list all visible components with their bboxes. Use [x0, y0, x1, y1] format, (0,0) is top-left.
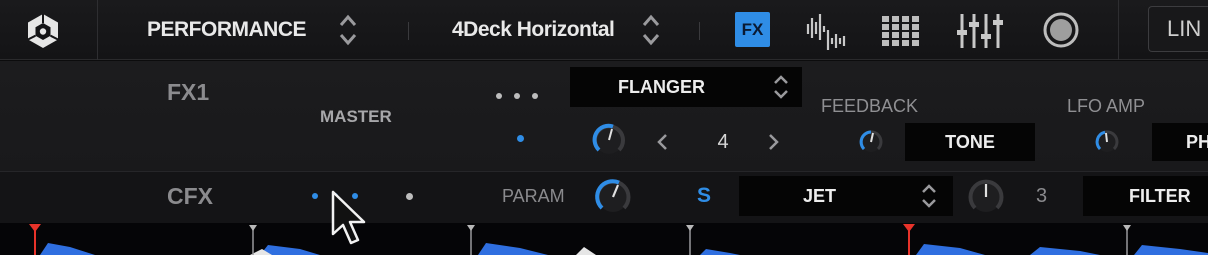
sampler-waveform-icon[interactable]: [804, 10, 848, 50]
filter-button[interactable]: FILTER: [1083, 176, 1208, 216]
cfx-effect-name: JET: [803, 185, 837, 206]
ph-label: PH: [1186, 131, 1208, 152]
param-label: PARAM: [502, 186, 565, 206]
layout-select-value: 4Deck Horizontal: [452, 18, 615, 41]
cfx-effect-updown-icon[interactable]: [918, 176, 940, 216]
top-toolbar: PERFORMANCE 4Deck Horizontal FX LIN: [0, 0, 1208, 60]
fx1-level-knob[interactable]: [589, 120, 629, 160]
s-label[interactable]: S: [697, 184, 711, 208]
menu-dot: [496, 93, 502, 99]
toolbar-divider: [97, 0, 98, 60]
mixer-faders-icon[interactable]: [956, 10, 1008, 50]
filter-label: FILTER: [1129, 185, 1191, 206]
line-button-label: LIN: [1167, 16, 1202, 41]
waveform-overview[interactable]: [0, 223, 1208, 255]
mode-select[interactable]: PERFORMANCE: [147, 12, 307, 48]
feedback-knob[interactable]: [856, 127, 886, 157]
cfx-value-knob[interactable]: [964, 175, 1008, 219]
toolbar-divider: [1118, 0, 1119, 60]
mode-select-updown-icon[interactable]: [337, 10, 359, 50]
cfx-value: 3: [1036, 185, 1048, 207]
toolbar-divider: [408, 22, 409, 40]
toolbar-divider: [699, 22, 700, 40]
line-button[interactable]: LIN: [1148, 6, 1208, 52]
menu-dot: [514, 93, 520, 99]
mouse-cursor-icon: [330, 190, 370, 250]
cfx-panel: CFX PARAM S JET 3 FILTER: [0, 171, 1208, 223]
menu-dot: [312, 193, 318, 199]
menu-dot: [532, 93, 538, 99]
waveform-graphic: [29, 224, 1208, 255]
lfo-amp-label: LFO AMP: [1067, 96, 1146, 116]
fx-button-label: FX: [741, 19, 764, 39]
cfx-param-knob[interactable]: [591, 175, 635, 219]
tone-button[interactable]: TONE: [905, 123, 1035, 161]
fx-panel-button[interactable]: FX: [735, 12, 770, 47]
layout-select-updown-icon[interactable]: [640, 10, 662, 50]
beat-prev-chevron-icon[interactable]: [654, 131, 672, 153]
fx1-panel: FX1 MASTER FLANGER 4 FEEDBACK TONE LFO A…: [0, 61, 1208, 171]
fx1-effect-name: FLANGER: [618, 76, 705, 97]
cfx-label: CFX: [167, 183, 213, 209]
fx1-label: FX1: [167, 79, 210, 105]
fx1-effect-select[interactable]: FLANGER: [570, 67, 802, 107]
lfo-amp-knob[interactable]: [1092, 127, 1122, 157]
rekordbox-logo-icon[interactable]: [22, 10, 64, 52]
master-label: MASTER: [320, 107, 392, 126]
tone-label: TONE: [945, 131, 995, 152]
cfx-indicator: [406, 193, 413, 200]
fx1-active-indicator: [517, 135, 524, 142]
beat-next-chevron-icon[interactable]: [764, 131, 782, 153]
record-icon[interactable]: [1040, 10, 1082, 50]
layout-select[interactable]: 4Deck Horizontal: [452, 12, 615, 48]
feedback-label: FEEDBACK: [821, 96, 919, 116]
fx1-beat-value: 4: [717, 131, 729, 153]
pad-grid-icon[interactable]: [880, 10, 922, 50]
fx1-effect-updown-icon[interactable]: [770, 67, 792, 107]
mode-select-value: PERFORMANCE: [147, 18, 307, 41]
ph-button[interactable]: PH: [1152, 123, 1208, 161]
fx1-menu-dots[interactable]: [492, 91, 552, 103]
